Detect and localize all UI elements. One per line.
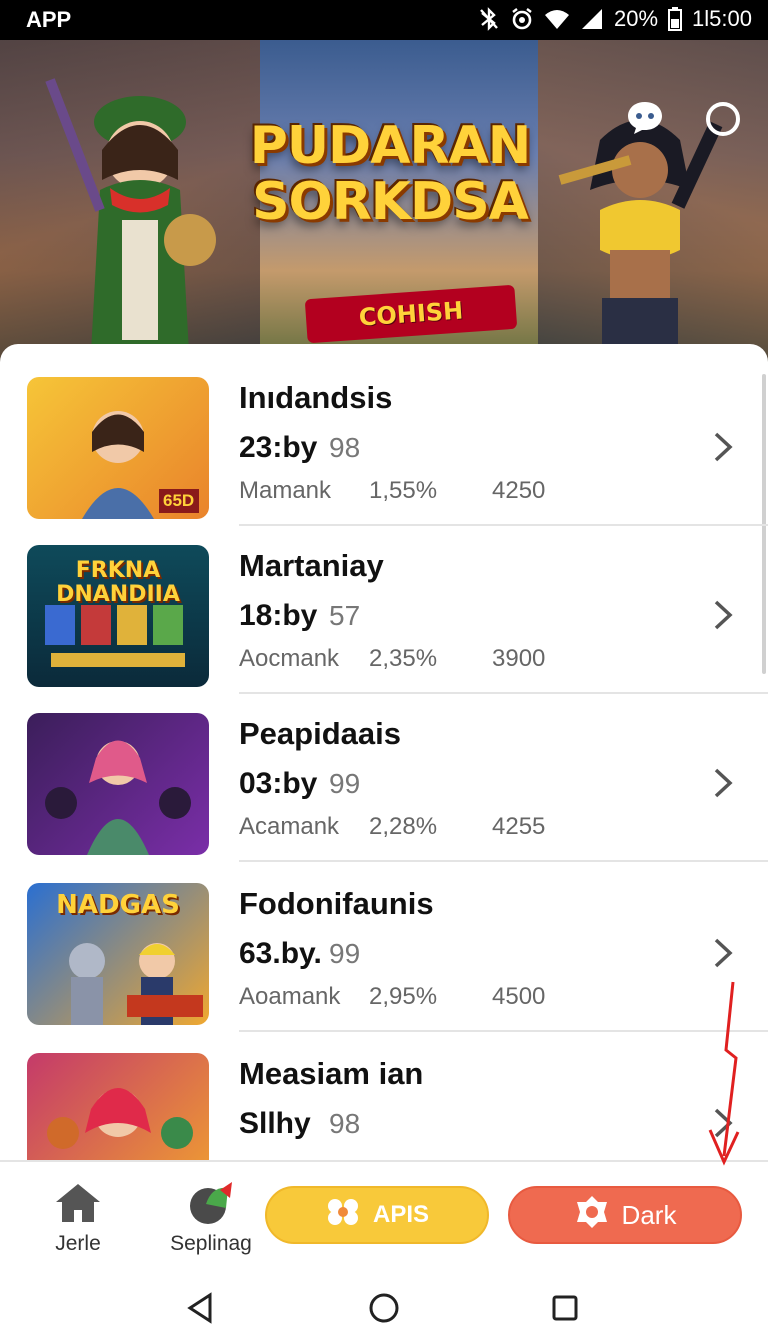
alarm-icon [510,7,534,31]
list-item[interactable]: FRKNA DNANDIIA Martaniay 18:by 57 Aocman… [0,512,768,694]
chevron-right-icon[interactable] [710,936,736,975]
list-item[interactable]: Measiam ian Sllhy 98 [0,1020,768,1164]
hero-banner[interactable]: PUDARAN SORKDSA COHISH HERIGIO! [0,40,768,370]
game-subtitle: 63.by. [239,937,322,970]
status-app-label: APP [26,7,72,32]
game-score: 99 [329,768,361,799]
apis-button[interactable]: APIS [265,1186,489,1244]
profile-circle-icon[interactable] [704,100,742,143]
system-nav-bar [0,1272,768,1344]
game-subtitle: Sllhy [239,1107,311,1140]
apis-label: APIS [372,1201,429,1228]
battery-percent: 20% [614,6,659,31]
stat-percent: 2,95% [369,983,438,1010]
dark-label: Dark [621,1199,677,1230]
stat-value: 4500 [492,983,546,1010]
thumbnail-title: FRKNA DNANDIIA [56,558,180,607]
bluetooth-off-icon [478,7,500,31]
status-bar: APP 20% 1l5:00 [0,0,768,40]
game-subtitle: 03:by [239,767,318,800]
thumbnail-title: NADGAS [56,890,180,920]
list-item[interactable]: Peapidaais 03:by 99 Acamank 2,28% 4255 [0,680,768,862]
chevron-right-icon[interactable] [710,598,736,637]
banner-title: PUDARAN SORKDSA [240,118,540,230]
stat-percent: 2,28% [369,813,438,840]
stat-label: Aoamank [239,983,341,1010]
nav-spl-button[interactable] [184,1180,240,1233]
chevron-right-icon[interactable] [710,430,736,469]
game-list-panel[interactable]: 65D Inıdandsis 23:by 98 Mamank 1,55% 425… [0,344,768,1164]
annotation-arrow-icon [708,981,740,1166]
game-thumbnail: 65D [27,377,209,519]
signal-icon [580,8,604,30]
game-score: 98 [329,1108,361,1139]
chat-icon[interactable] [626,100,664,141]
chevron-right-icon[interactable] [710,766,736,805]
stat-percent: 2,35% [369,645,438,672]
banner-subtitle: COHISH HERIGIO! [304,284,518,370]
bottom-nav: Jerle Seplinag APIS Dark [0,1160,768,1272]
stat-label: Mamank [239,477,332,504]
stat-label: Acamank [239,813,340,840]
recent-apps-icon[interactable] [551,1294,579,1327]
game-thumbnail: NADGAS [27,883,209,1025]
back-icon[interactable] [186,1292,214,1329]
battery-icon [668,7,683,31]
dark-button[interactable]: Dark [508,1186,742,1244]
stat-value: 4250 [492,477,546,504]
thumbnail-badge: 65D [163,491,195,510]
nav-home-label[interactable]: Jerle [42,1232,114,1256]
stat-value: 3900 [492,645,546,672]
banner-title-line2: SORKDSA [252,172,529,232]
game-thumbnail: FRKNA DNANDIIA [27,545,209,687]
game-score: 99 [329,938,361,969]
game-score: 57 [329,600,361,631]
badge-icon [574,1194,610,1237]
list-item[interactable]: 65D Inıdandsis 23:by 98 Mamank 1,55% 425… [0,344,768,526]
game-subtitle: 18:by [239,599,318,632]
game-title: Martaniay [239,548,384,583]
nav-spl-label[interactable]: Seplinag [166,1232,256,1256]
game-score: 98 [329,432,361,463]
clock-time: 1l5:00 [692,6,752,31]
hero-character-left [45,78,216,370]
game-thumbnail [27,713,209,855]
banner-title-line1: PUDARAN [249,116,532,176]
stat-value: 4255 [492,813,546,840]
game-title: Peapidaais [239,716,401,751]
game-title: Measiam ian [239,1056,424,1091]
stat-label: Aocmank [239,645,340,672]
game-title: Inıdandsis [239,380,393,415]
game-thumbnail [27,1053,209,1164]
wifi-icon [544,8,570,30]
game-title: Fodonifaunis [239,886,434,921]
nav-home-button[interactable] [48,1180,108,1229]
list-item[interactable]: NADGAS Fodonifaunis 63.by. 99 Aoamank 2,… [0,850,768,1032]
home-circle-icon[interactable] [368,1292,400,1329]
stat-percent: 1,55% [369,477,438,504]
flower-icon [325,1196,361,1235]
status-icons: 20% 1l5:00 [478,6,752,32]
game-subtitle: 23:by [239,431,318,464]
